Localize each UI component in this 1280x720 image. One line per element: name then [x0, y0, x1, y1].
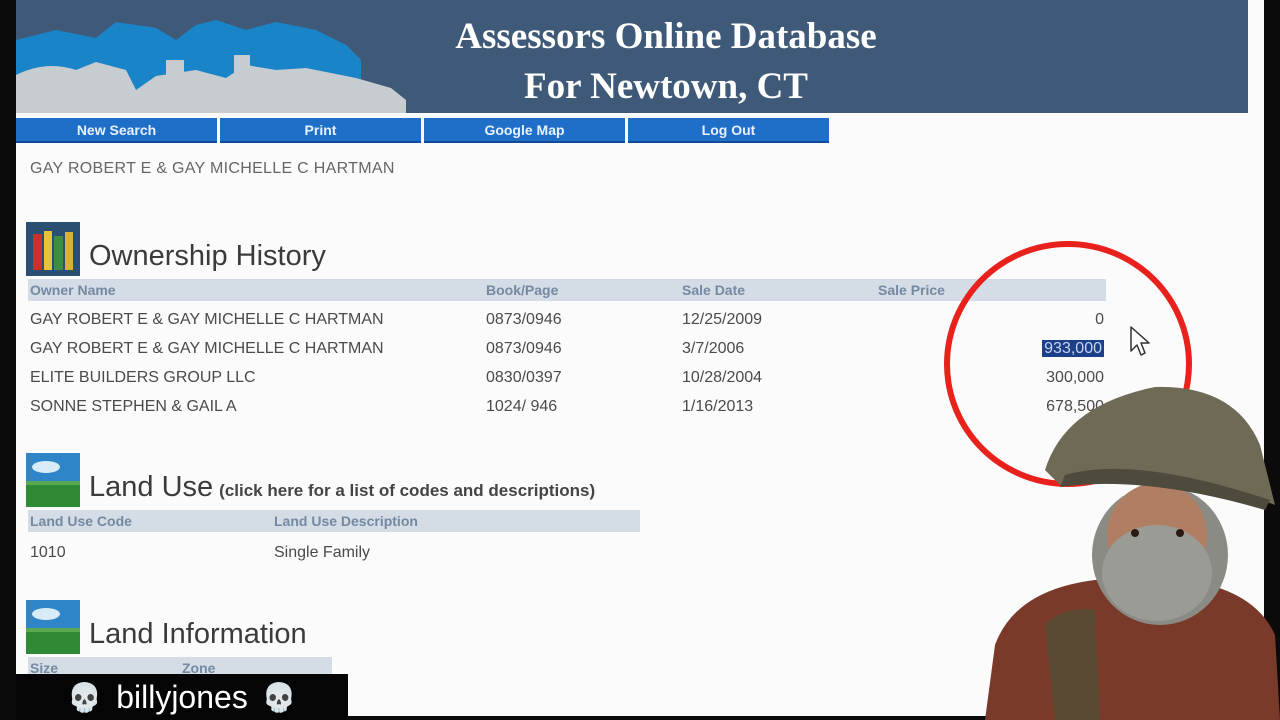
site-title-line1: Assessors Online Database	[455, 16, 877, 57]
books-icon	[26, 222, 80, 276]
mouse-cursor-icon	[1130, 326, 1150, 356]
log-out-button[interactable]: Log Out	[628, 118, 829, 143]
town-skyline-graphic	[16, 20, 406, 113]
land-use-description-cell: Single Family	[274, 544, 371, 561]
nav-bar: New Search Print Google Map Log Out	[16, 118, 829, 143]
ownership-history-heading: Ownership History	[89, 240, 326, 272]
site-title: Assessors Online Database For Newtown, C…	[376, 12, 956, 112]
streamer-name-tag: 💀 billyjones 💀	[16, 674, 348, 720]
sale-date-cell: 10/28/2004	[682, 369, 763, 386]
site-banner: Assessors Online Database For Newtown, C…	[16, 0, 1248, 113]
sale-date-cell: 12/25/2009	[682, 311, 763, 328]
column-header-land-use-code: Land Use Code	[30, 513, 132, 529]
column-header-sale-price: Sale Price	[878, 282, 945, 298]
book-page-cell: 0830/0397	[486, 369, 562, 386]
new-search-button[interactable]: New Search	[16, 118, 217, 143]
current-owner-text: GAY ROBERT E & GAY MICHELLE C HARTMAN	[30, 160, 395, 177]
column-header-land-use-description: Land Use Description	[274, 513, 418, 529]
column-header-book-page: Book/Page	[486, 282, 559, 298]
landscape-icon	[26, 600, 80, 654]
land-use-code-cell: 1010	[30, 544, 66, 561]
streamer-name: billyjones	[116, 678, 248, 715]
sale-date-cell: 3/7/2006	[682, 340, 745, 357]
print-button[interactable]: Print	[220, 118, 421, 143]
skull-icon: 💀	[67, 681, 103, 713]
book-page-cell: 1024/ 946	[486, 398, 558, 415]
google-map-button[interactable]: Google Map	[424, 118, 625, 143]
column-header-sale-date: Sale Date	[682, 282, 746, 298]
owner-cell: GAY ROBERT E & GAY MICHELLE C HARTMAN	[30, 340, 384, 357]
land-use-heading: Land Use (click here for a list of codes …	[89, 471, 595, 504]
land-information-heading: Land Information	[89, 618, 307, 650]
landscape-icon	[26, 453, 80, 507]
sale-date-cell: 1/16/2013	[682, 398, 754, 415]
column-header-owner: Owner Name	[30, 282, 116, 298]
site-title-line2: For Newtown, CT	[524, 66, 808, 107]
land-use-title: Land Use	[89, 471, 214, 503]
land-use-codes-link[interactable]: (click here for a list of codes and desc…	[219, 481, 595, 500]
skull-icon: 💀	[261, 681, 297, 713]
book-page-cell: 0873/0946	[486, 340, 562, 357]
land-use-table-header: Land Use Code Land Use Description	[28, 510, 640, 532]
streamer-webcam-cutout	[985, 386, 1280, 720]
owner-cell: ELITE BUILDERS GROUP LLC	[30, 369, 256, 386]
ownership-table-header: Owner Name Book/Page Sale Date Sale Pric…	[28, 279, 1106, 301]
owner-cell: GAY ROBERT E & GAY MICHELLE C HARTMAN	[30, 311, 384, 328]
book-page-cell: 0873/0946	[486, 311, 562, 328]
owner-cell: SONNE STEPHEN & GAIL A	[30, 398, 237, 415]
